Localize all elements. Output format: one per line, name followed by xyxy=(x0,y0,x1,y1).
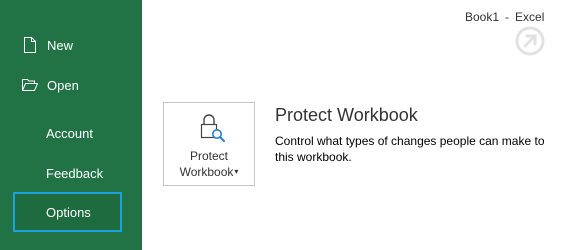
app-name: Excel xyxy=(515,10,545,24)
sidebar-item-new[interactable]: New xyxy=(0,30,142,60)
backstage-sidebar: New Open Account Feedback Options xyxy=(0,0,142,250)
sidebar-item-open[interactable]: Open xyxy=(0,70,142,100)
section-title: Protect Workbook xyxy=(275,105,418,125)
window-title: Book1- Excel xyxy=(465,10,544,24)
sidebar-item-account[interactable]: Account xyxy=(0,118,142,148)
sidebar-item-label: Open xyxy=(47,77,79,93)
protect-workbook-button[interactable]: Protect Workbook▾ xyxy=(163,102,255,186)
sidebar-item-label: Options xyxy=(46,204,91,220)
watermark-logo-icon xyxy=(514,25,546,57)
sidebar-item-label: Feedback xyxy=(46,165,104,181)
new-document-icon xyxy=(22,37,38,53)
title-separator: - xyxy=(505,10,510,24)
button-label-line1: Protect xyxy=(189,149,228,163)
section-description: Control what types of changes people can… xyxy=(275,134,545,164)
protect-workbook-button-label: Protect Workbook▾ xyxy=(164,148,254,181)
sidebar-item-options[interactable]: Options xyxy=(13,192,122,232)
dropdown-caret-icon: ▾ xyxy=(234,166,239,176)
document-name: Book1 xyxy=(465,10,500,24)
lock-search-icon xyxy=(198,113,226,143)
sidebar-item-label: New xyxy=(47,37,74,53)
backstage-view: New Open Account Feedback Options Book1-… xyxy=(0,0,568,250)
button-label-line2-text: Workbook xyxy=(179,165,234,179)
folder-open-icon xyxy=(22,77,38,93)
sidebar-item-feedback[interactable]: Feedback xyxy=(0,158,142,188)
sidebar-item-label: Account xyxy=(46,125,93,141)
button-label-line2: Workbook▾ xyxy=(164,164,254,181)
